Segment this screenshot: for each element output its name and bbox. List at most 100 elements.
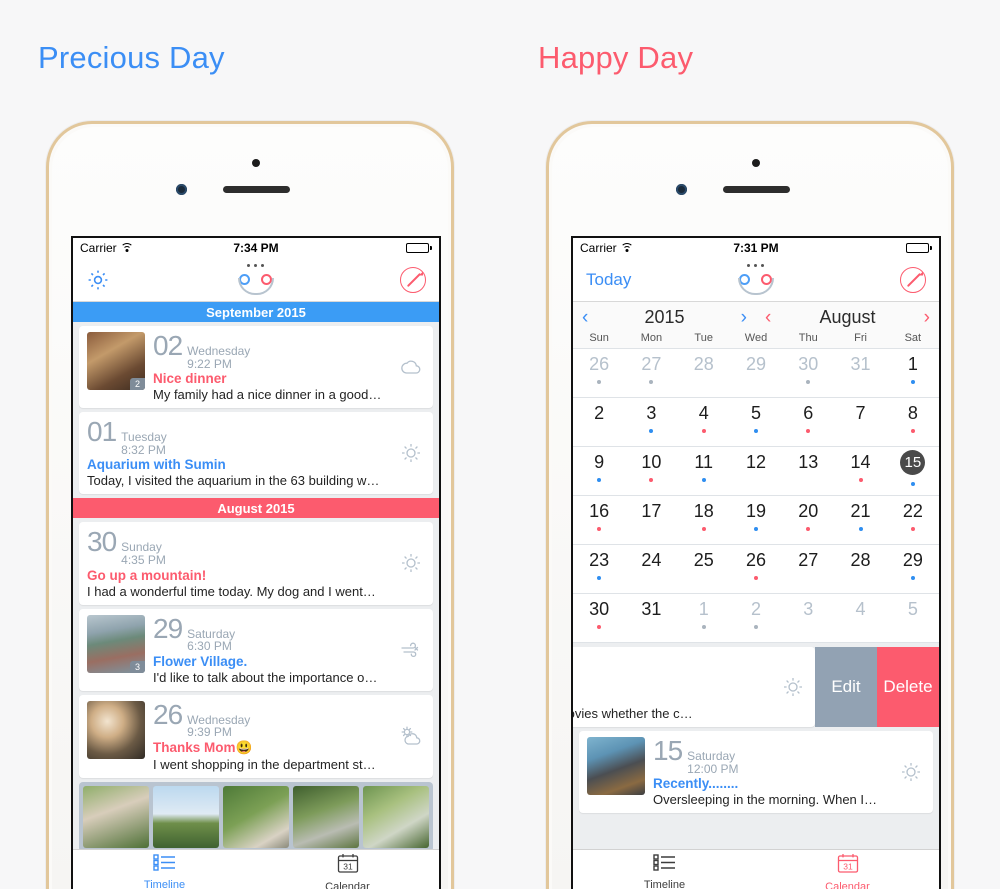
calendar-day-cell[interactable]: 3 <box>625 398 677 446</box>
calendar-day-cell[interactable]: 27 <box>625 349 677 397</box>
tab-bar-right: Timeline 31 Calendar <box>573 849 939 889</box>
entry-body: 26 Wednesday 9:39 PM Thanks Mom😃 I went … <box>153 700 397 772</box>
entry-thumbnail[interactable]: 3 <box>87 614 145 673</box>
proximity-sensor-icon <box>252 159 260 167</box>
calendar-day-cell[interactable]: 21 <box>834 496 886 544</box>
calendar-day-cell[interactable]: 4 <box>678 398 730 446</box>
timeline-entry[interactable]: 3 29 Saturday 6:30 PM Flower Village. I'… <box>79 608 433 691</box>
calendar-day-cell[interactable]: 29 <box>887 545 939 593</box>
calendar-day-dot <box>910 429 915 433</box>
entry-thumbnail[interactable] <box>87 700 145 759</box>
caption-happy-day: Happy Day <box>538 40 694 75</box>
chevron-left-icon[interactable]: ‹ <box>582 308 588 327</box>
chevron-left-icon[interactable]: ‹ <box>765 308 771 327</box>
chevron-right-icon[interactable]: › <box>741 308 747 327</box>
calendar-day-dot <box>597 625 602 629</box>
timeline-entry[interactable]: 15 Saturday 12:00 PM Recently........ Ov… <box>579 731 933 814</box>
calendar-day-cell[interactable]: 7 <box>834 398 886 446</box>
tab-bar-left: Timeline 31 Calendar <box>73 849 439 889</box>
calendar-day-cell[interactable]: 30 <box>573 594 625 642</box>
calendar-day-cell[interactable]: 31 <box>625 594 677 642</box>
calendar-day-cell[interactable]: 18 <box>678 496 730 544</box>
compose-button[interactable] <box>400 266 426 293</box>
entry-thumbnail[interactable]: 2 <box>87 332 145 390</box>
weekday-label: Fri <box>854 332 867 344</box>
nav-bar-left <box>73 258 439 302</box>
calendar-day-number: 8 <box>907 403 918 423</box>
compose-button[interactable] <box>900 266 926 293</box>
calendar-week-row: 23 24 25 26 27 28 29 <box>573 545 939 594</box>
calendar-day-cell[interactable]: 26 <box>730 545 782 593</box>
calendar-day-cell[interactable]: 13 <box>782 447 834 495</box>
calendar-day-number: 4 <box>698 403 709 423</box>
timeline-entry[interactable]: 30 Sunday 4:35 PM Go up a mountain! I ha… <box>79 522 433 605</box>
photo-thumb[interactable] <box>83 785 149 848</box>
photo-strip[interactable] <box>79 781 433 852</box>
delete-button[interactable]: Delete <box>877 647 939 727</box>
calendar-day-cell[interactable]: 31 <box>834 349 886 397</box>
edit-button[interactable]: Edit <box>815 647 877 727</box>
calendar-day-cell[interactable]: 15 <box>887 447 939 495</box>
calendar-week-row: 2 3 4 5 6 7 8 <box>573 398 939 447</box>
calendar-day-dot <box>649 478 654 482</box>
entry-day: 01 <box>87 416 117 448</box>
calendar-day-cell[interactable]: 29 <box>730 349 782 397</box>
chevron-right-icon[interactable]: › <box>924 308 930 327</box>
tab-calendar[interactable]: 31 Calendar <box>256 850 439 889</box>
calendar-day-cell[interactable]: 4 <box>834 594 886 642</box>
calendar-day-cell[interactable]: 30 <box>782 349 834 397</box>
calendar-day-cell[interactable]: 8 <box>887 398 939 446</box>
year-selector: ‹ 2015 › <box>573 307 756 328</box>
front-camera-icon <box>676 184 687 195</box>
weekday-label: Sun <box>589 332 609 344</box>
calendar-day-cell[interactable]: 2 <box>730 594 782 642</box>
calendar-day-cell[interactable]: 1 <box>678 594 730 642</box>
calendar-day-cell[interactable]: 20 <box>782 496 834 544</box>
photo-thumb[interactable] <box>293 785 359 848</box>
timeline-entry-swiped[interactable]: 2015) ds of movies whether the c… <box>573 647 815 727</box>
calendar-day-cell[interactable]: 12 <box>730 447 782 495</box>
timeline-list[interactable]: September 2015 2 02 Wednesday 9:22 PM Ni… <box>73 302 439 889</box>
calendar-day-cell[interactable]: 17 <box>625 496 677 544</box>
svg-text:31: 31 <box>343 861 353 871</box>
photo-thumb[interactable] <box>153 785 219 848</box>
calendar-day-dot <box>806 429 811 433</box>
calendar-day-dot <box>701 625 706 629</box>
calendar-day-cell[interactable]: 6 <box>782 398 834 446</box>
calendar-day-cell[interactable]: 28 <box>678 349 730 397</box>
swipe-action-row[interactable]: 2015) ds of movies whether the c… Edit <box>573 647 939 727</box>
calendar-day-cell[interactable]: 14 <box>834 447 886 495</box>
calendar-day-cell[interactable]: 1 <box>887 349 939 397</box>
tab-calendar[interactable]: 31 Calendar <box>756 850 939 889</box>
calendar-day-cell[interactable]: 22 <box>887 496 939 544</box>
calendar-grid[interactable]: 26 27 28 29 30 31 1 2 3 4 5 6 7 8 9 10 11 12 13 14 15 16 17 18 1… <box>573 349 939 643</box>
calendar-day-number: 31 <box>850 354 871 374</box>
calendar-day-cell[interactable]: 25 <box>678 545 730 593</box>
calendar-day-number: 26 <box>589 354 610 374</box>
tab-timeline[interactable]: Timeline <box>573 850 756 889</box>
photo-thumb[interactable] <box>363 785 429 848</box>
timeline-entry[interactable]: 01 Tuesday 8:32 PM Aquarium with Sumin T… <box>79 412 433 495</box>
calendar-day-cell[interactable]: 19 <box>730 496 782 544</box>
entry-title-fragment: 2015) <box>573 690 779 705</box>
cloud-icon <box>397 357 425 377</box>
calendar-day-cell[interactable]: 9 <box>573 447 625 495</box>
calendar-day-cell[interactable]: 11 <box>678 447 730 495</box>
calendar-view[interactable]: ‹ 2015 › ‹ August › Sun Mon Tue Wed Thu … <box>573 302 939 889</box>
calendar-day-cell[interactable]: 2 <box>573 398 625 446</box>
calendar-day-cell[interactable]: 23 <box>573 545 625 593</box>
entry-thumbnail[interactable] <box>587 737 645 795</box>
timeline-entry[interactable]: 2 02 Wednesday 9:22 PM Nice dinner My fa… <box>79 326 433 409</box>
calendar-day-cell[interactable]: 5 <box>730 398 782 446</box>
calendar-day-cell[interactable]: 3 <box>782 594 834 642</box>
calendar-day-cell[interactable]: 28 <box>834 545 886 593</box>
calendar-day-cell[interactable]: 10 <box>625 447 677 495</box>
calendar-day-cell[interactable]: 16 <box>573 496 625 544</box>
timeline-entry[interactable]: 26 Wednesday 9:39 PM Thanks Mom😃 I went … <box>79 694 433 778</box>
calendar-day-cell[interactable]: 24 <box>625 545 677 593</box>
calendar-day-cell[interactable]: 27 <box>782 545 834 593</box>
tab-timeline[interactable]: Timeline <box>73 850 256 889</box>
photo-thumb[interactable] <box>223 785 289 848</box>
calendar-day-cell[interactable]: 26 <box>573 349 625 397</box>
calendar-day-cell[interactable]: 5 <box>887 594 939 642</box>
